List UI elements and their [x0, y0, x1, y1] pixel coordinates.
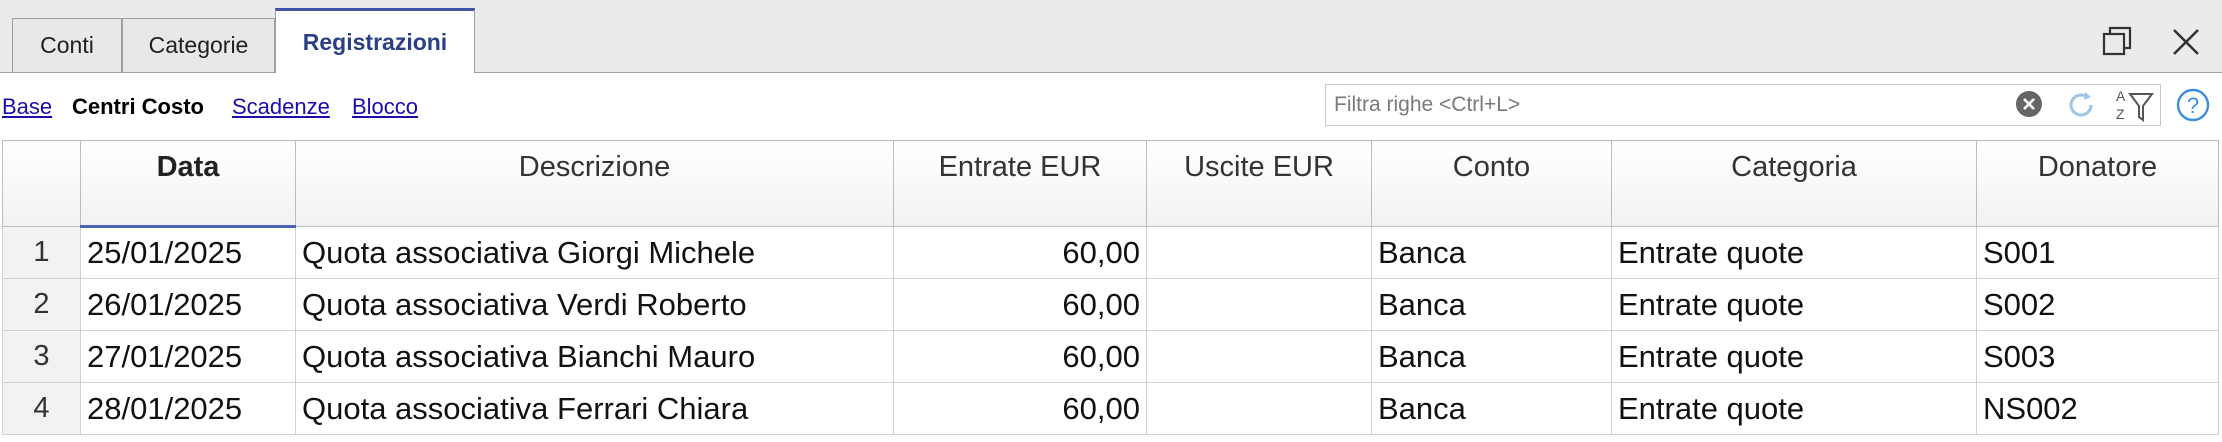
cell-categoria[interactable]: Entrate quote	[1611, 226, 1977, 279]
cell-categoria[interactable]: Entrate quote	[1611, 382, 1977, 435]
cell-entrate[interactable]: 60,00	[893, 226, 1147, 279]
cell-conto[interactable]: Banca	[1371, 382, 1612, 435]
cell-descrizione[interactable]: Quota associativa Giorgi Michele	[295, 226, 894, 279]
cell-donatore[interactable]: S001	[1976, 226, 2219, 279]
cell-uscite[interactable]	[1146, 330, 1372, 383]
row-number-header	[2, 140, 81, 227]
column-header-conto[interactable]: Conto	[1371, 140, 1612, 227]
cell-conto[interactable]: Banca	[1371, 278, 1612, 331]
tab-conti[interactable]: Conti	[12, 18, 122, 72]
cell-descrizione[interactable]: Quota associativa Ferrari Chiara	[295, 382, 894, 435]
column-header-uscite[interactable]: Uscite EUR	[1146, 140, 1372, 227]
column-header-data[interactable]: Data	[80, 140, 296, 228]
view-centri-costo[interactable]: Centri Costo	[72, 94, 204, 120]
cell-entrate[interactable]: 60,00	[893, 278, 1147, 331]
cell-uscite[interactable]	[1146, 382, 1372, 435]
column-header-donatore[interactable]: Donatore	[1976, 140, 2219, 227]
cell-data[interactable]: 27/01/2025	[80, 330, 296, 383]
row-number[interactable]: 2	[2, 278, 81, 331]
cell-descrizione[interactable]: Quota associativa Bianchi Mauro	[295, 330, 894, 383]
cell-data[interactable]: 28/01/2025	[80, 382, 296, 435]
view-blocco[interactable]: Blocco	[352, 94, 418, 120]
view-scadenze[interactable]: Scadenze	[232, 94, 330, 120]
cell-entrate[interactable]: 60,00	[893, 330, 1147, 383]
restore-window-icon[interactable]	[2098, 22, 2138, 62]
close-icon[interactable]	[2166, 22, 2206, 62]
cell-entrate[interactable]: 60,00	[893, 382, 1147, 435]
column-header-descrizione[interactable]: Descrizione	[295, 140, 894, 227]
row-number[interactable]: 3	[2, 330, 81, 383]
svg-text:Z: Z	[2116, 106, 2125, 122]
cell-categoria[interactable]: Entrate quote	[1611, 278, 1977, 331]
cell-donatore[interactable]: S002	[1976, 278, 2219, 331]
row-number[interactable]: 4	[2, 382, 81, 435]
column-header-categoria[interactable]: Categoria	[1611, 140, 1977, 227]
refresh-icon[interactable]	[2064, 88, 2098, 127]
clear-search-icon[interactable]	[2014, 89, 2044, 124]
table-row: 1 25/01/2025 Quota associativa Giorgi Mi…	[2, 226, 2219, 279]
table-row: 3 27/01/2025 Quota associativa Bianchi M…	[2, 330, 2219, 383]
cell-descrizione[interactable]: Quota associativa Verdi Roberto	[295, 278, 894, 331]
table-row: 4 28/01/2025 Quota associativa Ferrari C…	[2, 382, 2219, 435]
svg-text:A: A	[2116, 88, 2126, 104]
cell-conto[interactable]: Banca	[1371, 226, 1612, 279]
help-icon[interactable]: ?	[2176, 88, 2210, 127]
row-number[interactable]: 1	[2, 226, 81, 279]
registrazioni-table: Data Descrizione Entrate EUR Uscite EUR …	[2, 140, 2219, 435]
tab-registrazioni[interactable]: Registrazioni	[275, 8, 475, 73]
cell-donatore[interactable]: S003	[1976, 330, 2219, 383]
view-base[interactable]: Base	[2, 94, 52, 120]
cell-donatore[interactable]: NS002	[1976, 382, 2219, 435]
svg-text:?: ?	[2187, 93, 2199, 118]
column-header-entrate[interactable]: Entrate EUR	[893, 140, 1147, 227]
cell-conto[interactable]: Banca	[1371, 330, 1612, 383]
sort-filter-icon[interactable]: A Z	[2114, 86, 2154, 129]
cell-uscite[interactable]	[1146, 226, 1372, 279]
cell-data[interactable]: 25/01/2025	[80, 226, 296, 279]
cell-data[interactable]: 26/01/2025	[80, 278, 296, 331]
cell-uscite[interactable]	[1146, 278, 1372, 331]
cell-categoria[interactable]: Entrate quote	[1611, 330, 1977, 383]
table-row: 2 26/01/2025 Quota associativa Verdi Rob…	[2, 278, 2219, 331]
tab-categorie[interactable]: Categorie	[122, 18, 275, 72]
